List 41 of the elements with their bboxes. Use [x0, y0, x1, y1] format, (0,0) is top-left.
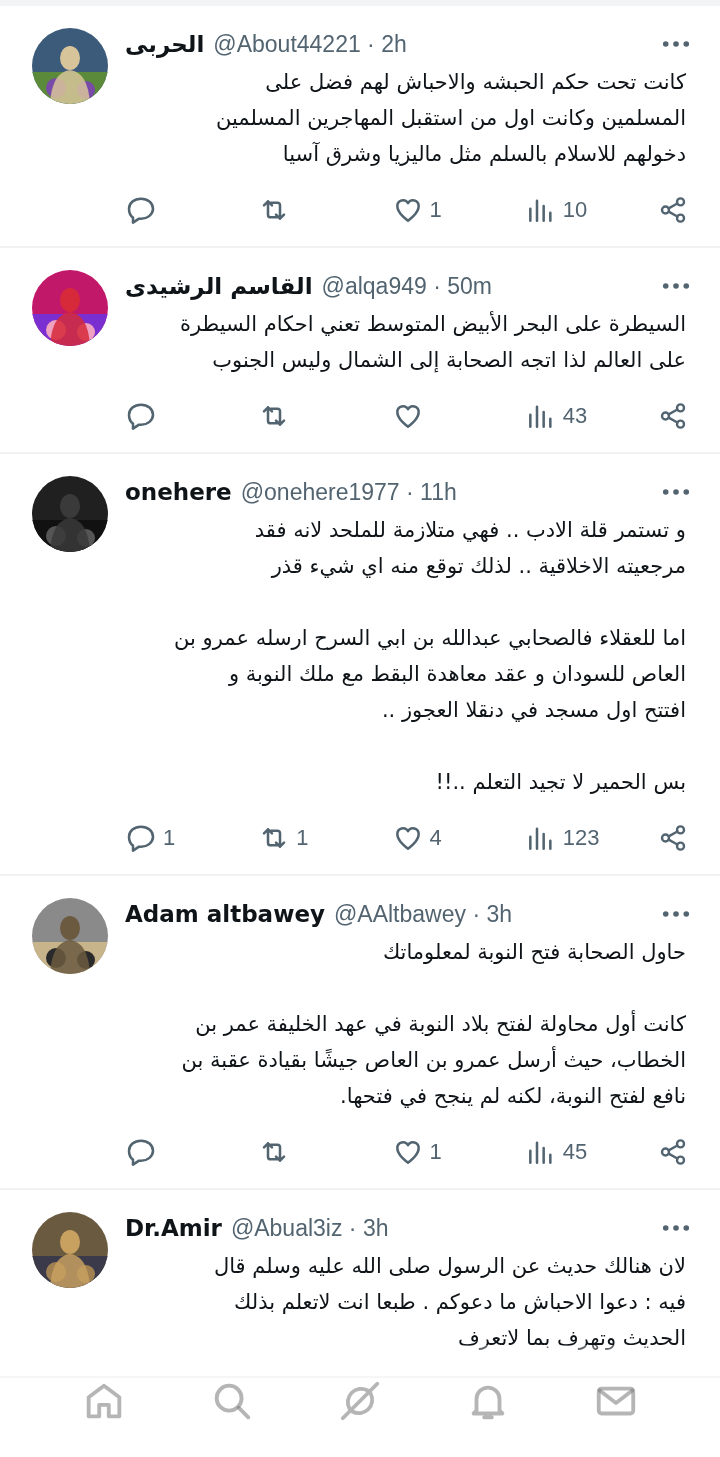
more-icon[interactable]	[662, 910, 690, 918]
share-button[interactable]	[658, 194, 688, 226]
more-icon[interactable]	[662, 282, 690, 290]
user-name[interactable]: Adam altbawey	[125, 901, 325, 927]
reply-text: و تستمر قلة الادب .. فهي متلازمة للملحد لانه فقد مرجعيته الاخلاقية .. لذلك توقع منه اي شيء قذر اما للعقلاء فالصحابي عبدالله بن ابي السرح ارسله عمرو بن العاص للسودان و عقد معاهدة البقط مع ملك النوبة و افتتح اول مسجد في دنقلا العجوز .. بس الحمير لا تجيد التعلم ..!!	[173, 517, 687, 796]
like-button[interactable]: 4	[391, 822, 492, 854]
user-name[interactable]: onehere	[125, 479, 232, 505]
user-handle: @AAltbawey · 3h	[334, 900, 514, 928]
reply-text: السيطرة على البحر الأبيض المتوسط تعني احكام السيطرة على العالم لذا اتجه الصحابة إلى الشمال وليس الجنوب	[178, 310, 687, 375]
like-button[interactable]: 1	[391, 1136, 492, 1168]
share-icon	[658, 400, 688, 432]
views-button[interactable]: 10	[524, 194, 625, 226]
views-button[interactable]: 123	[524, 822, 625, 854]
like-button[interactable]: 1	[391, 194, 492, 226]
reply-text: لان هنالك حديث عن الرسول صلى الله عليه وسلم قال فيه : دعوا الاحباش ما دعوكم . طبعا انت لاتعلم بذلك الحديث وتهرف بما لاتعرف	[212, 1253, 687, 1352]
user-handle: @Abual3iz · 3h	[230, 1214, 390, 1242]
more-icon[interactable]	[662, 488, 690, 496]
reply-icon	[125, 822, 157, 854]
repost-button[interactable]: 1	[258, 822, 359, 854]
reply-text: حاول الصحابة فتح النوبة لمعلوماتك كانت أول محاولة لفتح بلاد النوبة في عهد الخليفة عمر بن الخطاب، حيث أرسل عمرو بن العاص جيشًا بقيادة عقبة بن نافع لفتح النوبة، لكنه لم ينجح في فتحها.	[180, 939, 687, 1110]
share-button[interactable]	[658, 1136, 688, 1168]
share-button[interactable]	[658, 822, 688, 854]
user-handle: @About44221 · 2h	[213, 30, 408, 58]
user-name[interactable]: Dr.Amir	[125, 1215, 222, 1241]
views-button[interactable]: 45	[524, 1136, 625, 1168]
more-icon[interactable]	[662, 1224, 690, 1232]
reply-icon	[125, 400, 157, 432]
reply-icon	[125, 194, 157, 226]
share-button[interactable]	[658, 400, 688, 432]
more-icon[interactable]	[662, 40, 690, 48]
views-button[interactable]: 43	[524, 400, 625, 432]
user-handle: @alqa949 · 50m	[321, 272, 493, 300]
user-name[interactable]: القاسم الرشيدى	[125, 273, 313, 299]
user-handle: @onehere1977 · 11h	[240, 478, 458, 506]
share-icon	[658, 1136, 688, 1168]
share-icon	[658, 194, 688, 226]
reply-icon	[125, 1136, 157, 1168]
reply-text: كانت تحت حكم الحبشه والاحباش لهم فضل على المسلمين وكانت اول من استقبل المهاجرين المسلمين دخولهم للاسلام بالسلم مثل ماليزيا وشرق آسيا	[214, 69, 687, 168]
user-name[interactable]: الحربى	[125, 31, 205, 57]
share-icon	[658, 822, 688, 854]
reply-button[interactable]: 1	[125, 822, 225, 854]
